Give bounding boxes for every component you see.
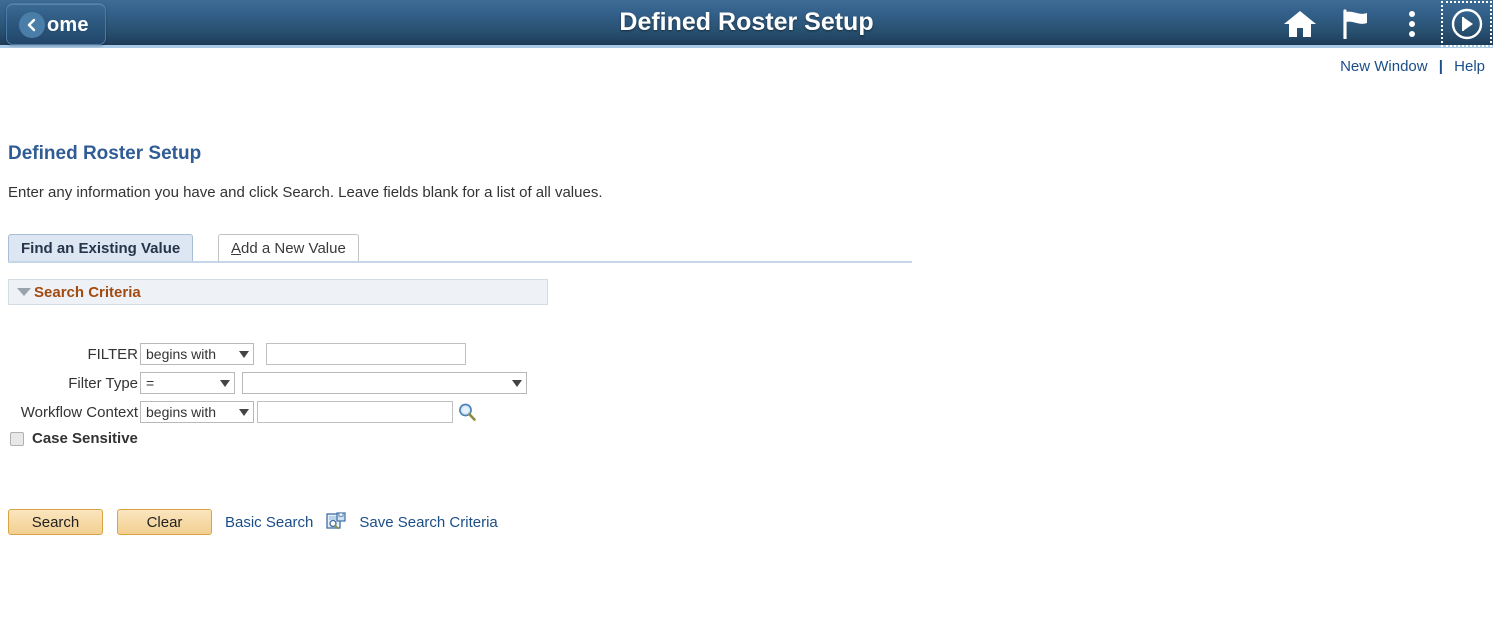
tab-underline-divider [8, 261, 912, 263]
filter-type-operator-value: = [146, 375, 155, 391]
app-header: ome Defined Roster Setup [0, 0, 1493, 48]
page-title: Defined Roster Setup [8, 143, 202, 164]
home-icon[interactable] [1272, 0, 1328, 48]
clear-button[interactable]: Clear [117, 509, 212, 535]
page-header-title: Defined Roster Setup [619, 8, 874, 36]
navbar-compass-icon[interactable] [1440, 0, 1493, 48]
criteria-row-filter-type: Filter Type = [0, 369, 527, 397]
filter-value-input[interactable] [266, 343, 466, 365]
tab-find-an-existing-value[interactable]: Find an Existing Value [8, 234, 194, 261]
chevron-down-icon [239, 408, 249, 416]
search-criteria-section-header[interactable]: Search Criteria [8, 279, 548, 305]
save-search-criteria-link[interactable]: Save Search Criteria [359, 514, 497, 531]
search-mode-tabs: Find an Existing Value Add a New Value [8, 234, 912, 262]
header-icon-group [1272, 0, 1493, 48]
search-actions: Search Clear Basic Search Save Search Cr… [8, 509, 498, 535]
magnifier-lookup-icon[interactable] [457, 402, 477, 422]
criteria-row-filter: FILTER begins with [0, 340, 527, 368]
case-sensitive-label: Case Sensitive [32, 430, 138, 447]
chevron-down-icon [512, 379, 522, 387]
actions-menu-icon[interactable] [1384, 0, 1440, 48]
chevron-left-icon [19, 12, 45, 38]
utility-links: New Window | Help [1340, 58, 1485, 75]
chevron-down-icon [220, 379, 230, 387]
tab-add-a-new-value[interactable]: Add a New Value [218, 234, 359, 261]
tab-find-an-existing-value-label: Find an Existing Value [21, 239, 181, 257]
back-button-label: ome [47, 14, 89, 36]
filter-type-operator-select[interactable]: = [140, 372, 235, 394]
case-sensitive-row: Case Sensitive [10, 430, 138, 447]
workflow-context-operator-value: begins with [146, 404, 217, 420]
workflow-context-field-label: Workflow Context [20, 403, 138, 421]
chevron-down-icon [239, 350, 249, 358]
filter-operator-value: begins with [146, 346, 217, 362]
new-window-link[interactable]: New Window [1340, 58, 1428, 75]
filter-field-label: FILTER [87, 345, 138, 363]
triangle-down-icon[interactable] [17, 288, 31, 296]
page-instructions: Enter any information you have and click… [8, 184, 603, 201]
search-button[interactable]: Search [8, 509, 103, 535]
criteria-row-workflow-context: Workflow Context begins with [0, 398, 527, 426]
case-sensitive-checkbox[interactable] [10, 431, 24, 446]
filter-type-value-select[interactable] [242, 372, 527, 394]
flag-icon[interactable] [1328, 0, 1384, 48]
three-dots-glyph [1409, 11, 1415, 37]
basic-search-link[interactable]: Basic Search [225, 514, 313, 531]
filter-type-field-label: Filter Type [68, 374, 138, 392]
workflow-context-value-input[interactable] [257, 401, 453, 423]
search-criteria-rows: FILTER begins with Filter Type = Workflo… [0, 340, 527, 427]
workflow-context-operator-select[interactable]: begins with [140, 401, 254, 423]
help-link[interactable]: Help [1454, 58, 1485, 75]
save-search-criteria-icon[interactable] [326, 512, 346, 532]
utility-separator: | [1438, 58, 1443, 75]
search-criteria-label: Search Criteria [34, 283, 141, 301]
filter-operator-select[interactable]: begins with [140, 343, 254, 365]
back-home-button[interactable]: ome [6, 3, 106, 45]
tab-add-a-new-value-label: Add a New Value [231, 239, 346, 257]
